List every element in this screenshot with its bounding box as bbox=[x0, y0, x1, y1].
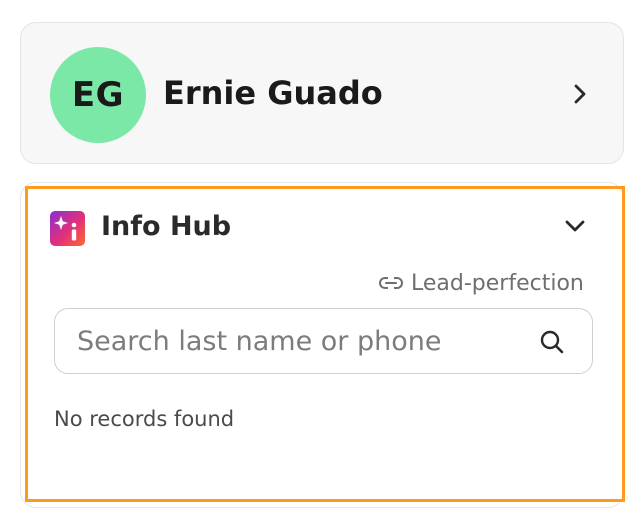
chevron-right-icon[interactable] bbox=[569, 81, 591, 107]
lead-perfection-link[interactable]: Lead-perfection bbox=[378, 268, 584, 298]
search-box[interactable] bbox=[54, 308, 593, 374]
lead-perfection-label: Lead-perfection bbox=[411, 270, 584, 296]
search-icon[interactable] bbox=[539, 329, 565, 355]
avatar: EG bbox=[50, 47, 146, 143]
no-records-message: No records found bbox=[54, 407, 235, 431]
link-icon bbox=[379, 276, 403, 290]
info-hub-title: Info Hub bbox=[101, 211, 232, 242]
profile-name: Ernie Guado bbox=[163, 74, 383, 112]
sparkle-i-logo-icon bbox=[50, 211, 85, 246]
chevron-down-icon[interactable] bbox=[562, 214, 588, 238]
profile-card[interactable]: EG Ernie Guado bbox=[20, 22, 624, 164]
search-input[interactable] bbox=[77, 319, 517, 363]
